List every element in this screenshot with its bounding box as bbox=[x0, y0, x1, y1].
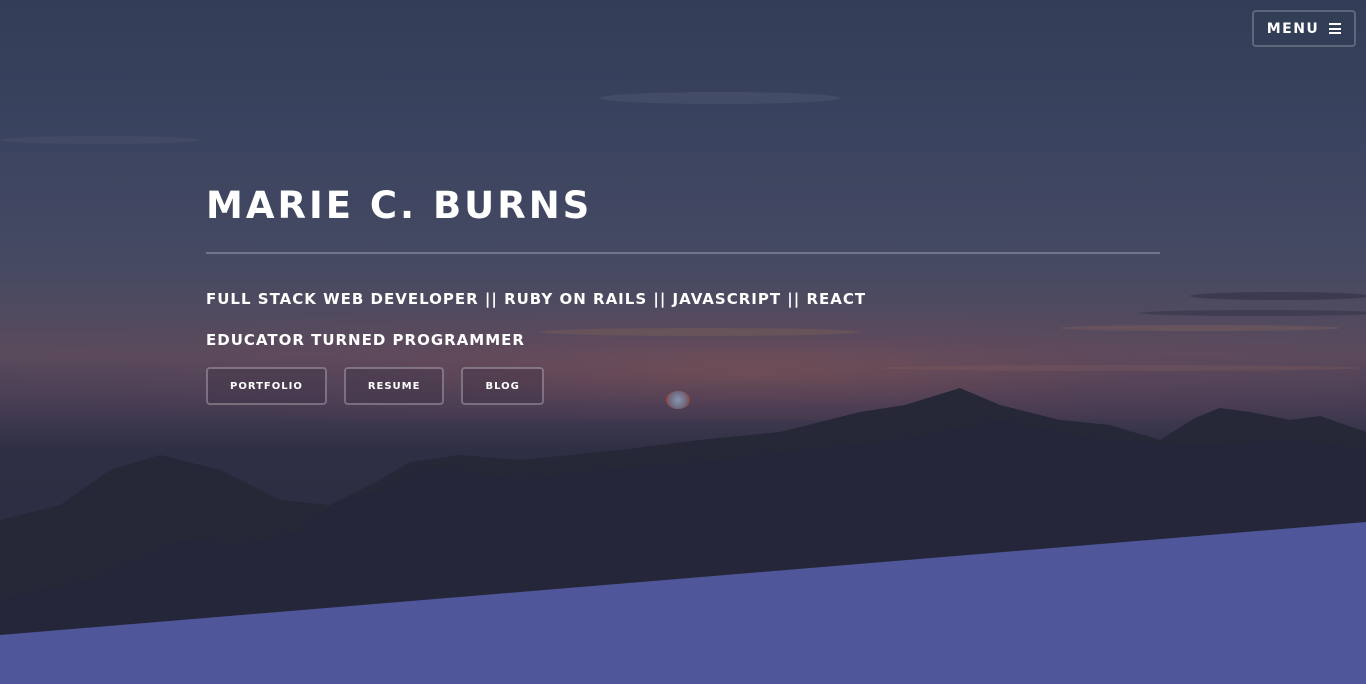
tagline-skills: FULL STACK WEB DEVELOPER || RUBY ON RAIL… bbox=[206, 290, 867, 308]
blog-button[interactable]: BLOG bbox=[461, 367, 544, 405]
title-divider bbox=[206, 252, 1160, 254]
portfolio-button[interactable]: PORTFOLIO bbox=[206, 367, 327, 405]
resume-button[interactable]: RESUME bbox=[343, 367, 445, 405]
menu-button[interactable]: MENU bbox=[1252, 10, 1356, 47]
hero-buttons: PORTFOLIO RESUME BLOG bbox=[206, 367, 1160, 405]
page-title: MARIE C. BURNS bbox=[206, 184, 593, 227]
hero-content: MARIE C. BURNS FULL STACK WEB DEVELOPER … bbox=[206, 183, 1160, 405]
tagline-background: EDUCATOR TURNED PROGRAMMER bbox=[206, 331, 525, 349]
menu-label: MENU bbox=[1266, 20, 1320, 37]
hero-section: MENU MARIE C. BURNS FULL STACK WEB DEVEL… bbox=[0, 0, 1366, 684]
hamburger-icon bbox=[1329, 23, 1342, 34]
